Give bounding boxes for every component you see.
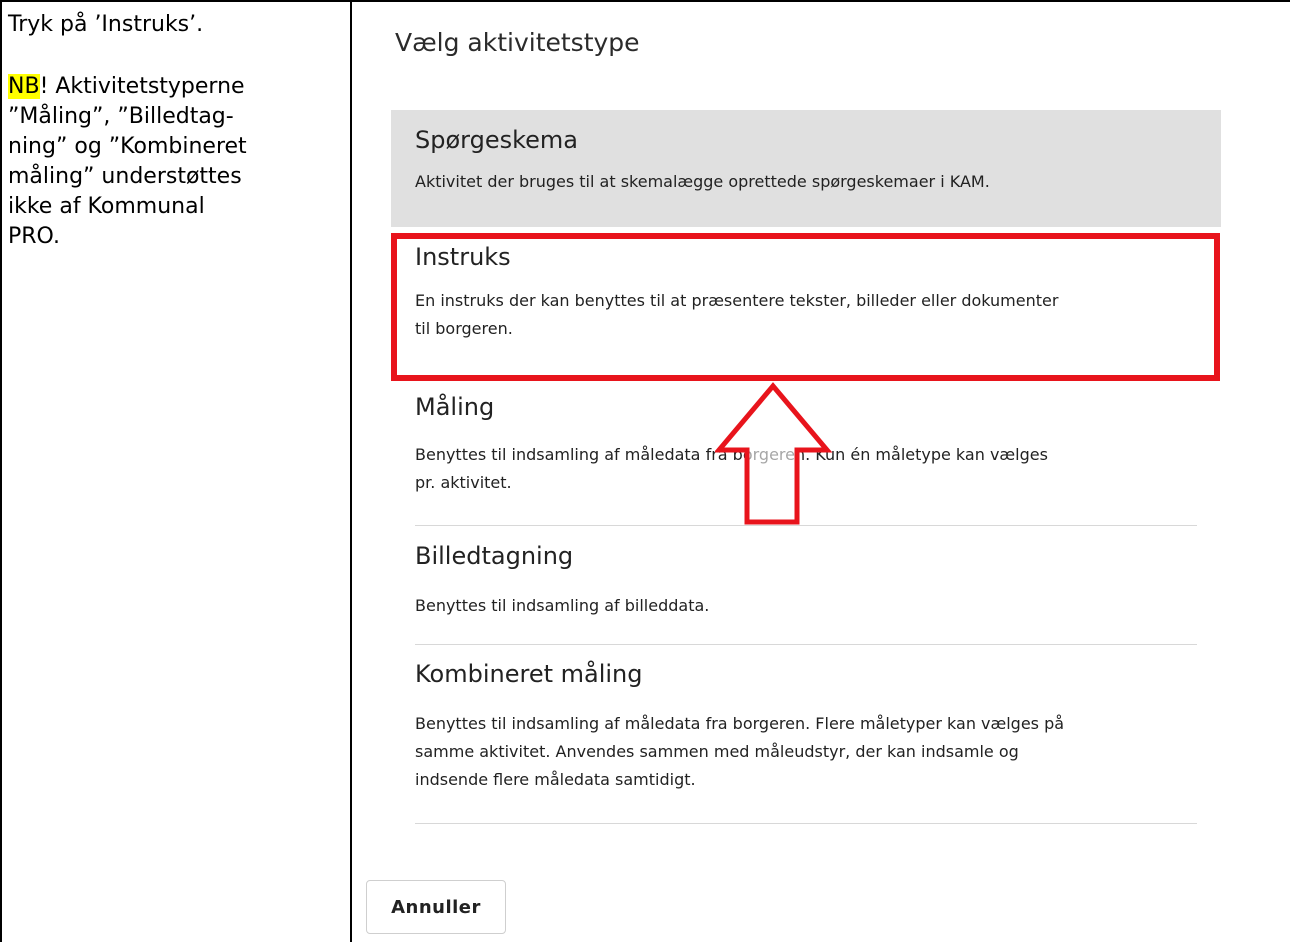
table-border (1248, 0, 1290, 2)
instruction-step: Tryk på ’Instruks’. (8, 12, 204, 37)
table-column-divider (350, 0, 352, 942)
note-line: ning” og ”Kombineret (8, 134, 247, 159)
note-line: måling” understøttes (8, 164, 242, 189)
cancel-button[interactable]: Annuller (366, 880, 506, 934)
option-description: samme aktivitet. Anvendes sammen med mål… (415, 742, 1019, 761)
option-description: Aktivitet der bruges til at skemalægge o… (415, 172, 990, 191)
option-kombineret-maaling[interactable]: Kombineret måling Benyttes til indsamlin… (391, 660, 1221, 820)
option-title: Kombineret måling (415, 660, 643, 688)
annotation-up-arrow-icon (715, 382, 833, 525)
option-description: Benyttes til indsamling af måledata fra … (415, 714, 1065, 733)
option-description: indsende flere måledata samtidigt. (415, 770, 696, 789)
instruction-note: NB! Aktivitetstyperne ”Måling”, ”Billedt… (8, 72, 338, 252)
note-line: PRO. (8, 224, 60, 249)
annotation-highlight-box (391, 233, 1220, 381)
option-divider (415, 644, 1197, 645)
option-description: Benyttes til indsamling af billeddata. (415, 596, 710, 615)
option-title: Spørgeskema (415, 126, 578, 154)
note-line: ! Aktivitetstyperne (39, 74, 245, 99)
option-billedtagning[interactable]: Billedtagning Benyttes til indsamling af… (391, 542, 1221, 642)
nb-highlight: NB (8, 74, 40, 99)
option-title: Billedtagning (415, 542, 574, 570)
note-line: ikke af Kommunal (8, 194, 205, 219)
instruction-cell: Tryk på ’Instruks’. NB! Aktivitetstypern… (8, 10, 338, 252)
option-divider (415, 823, 1197, 824)
note-line: ”Måling”, ”Billedtag- (8, 104, 234, 129)
option-spoergeskema[interactable]: Spørgeskema Aktivitet der bruges til at … (391, 110, 1221, 227)
dialog-title: Vælg aktivitetstype (395, 28, 640, 57)
